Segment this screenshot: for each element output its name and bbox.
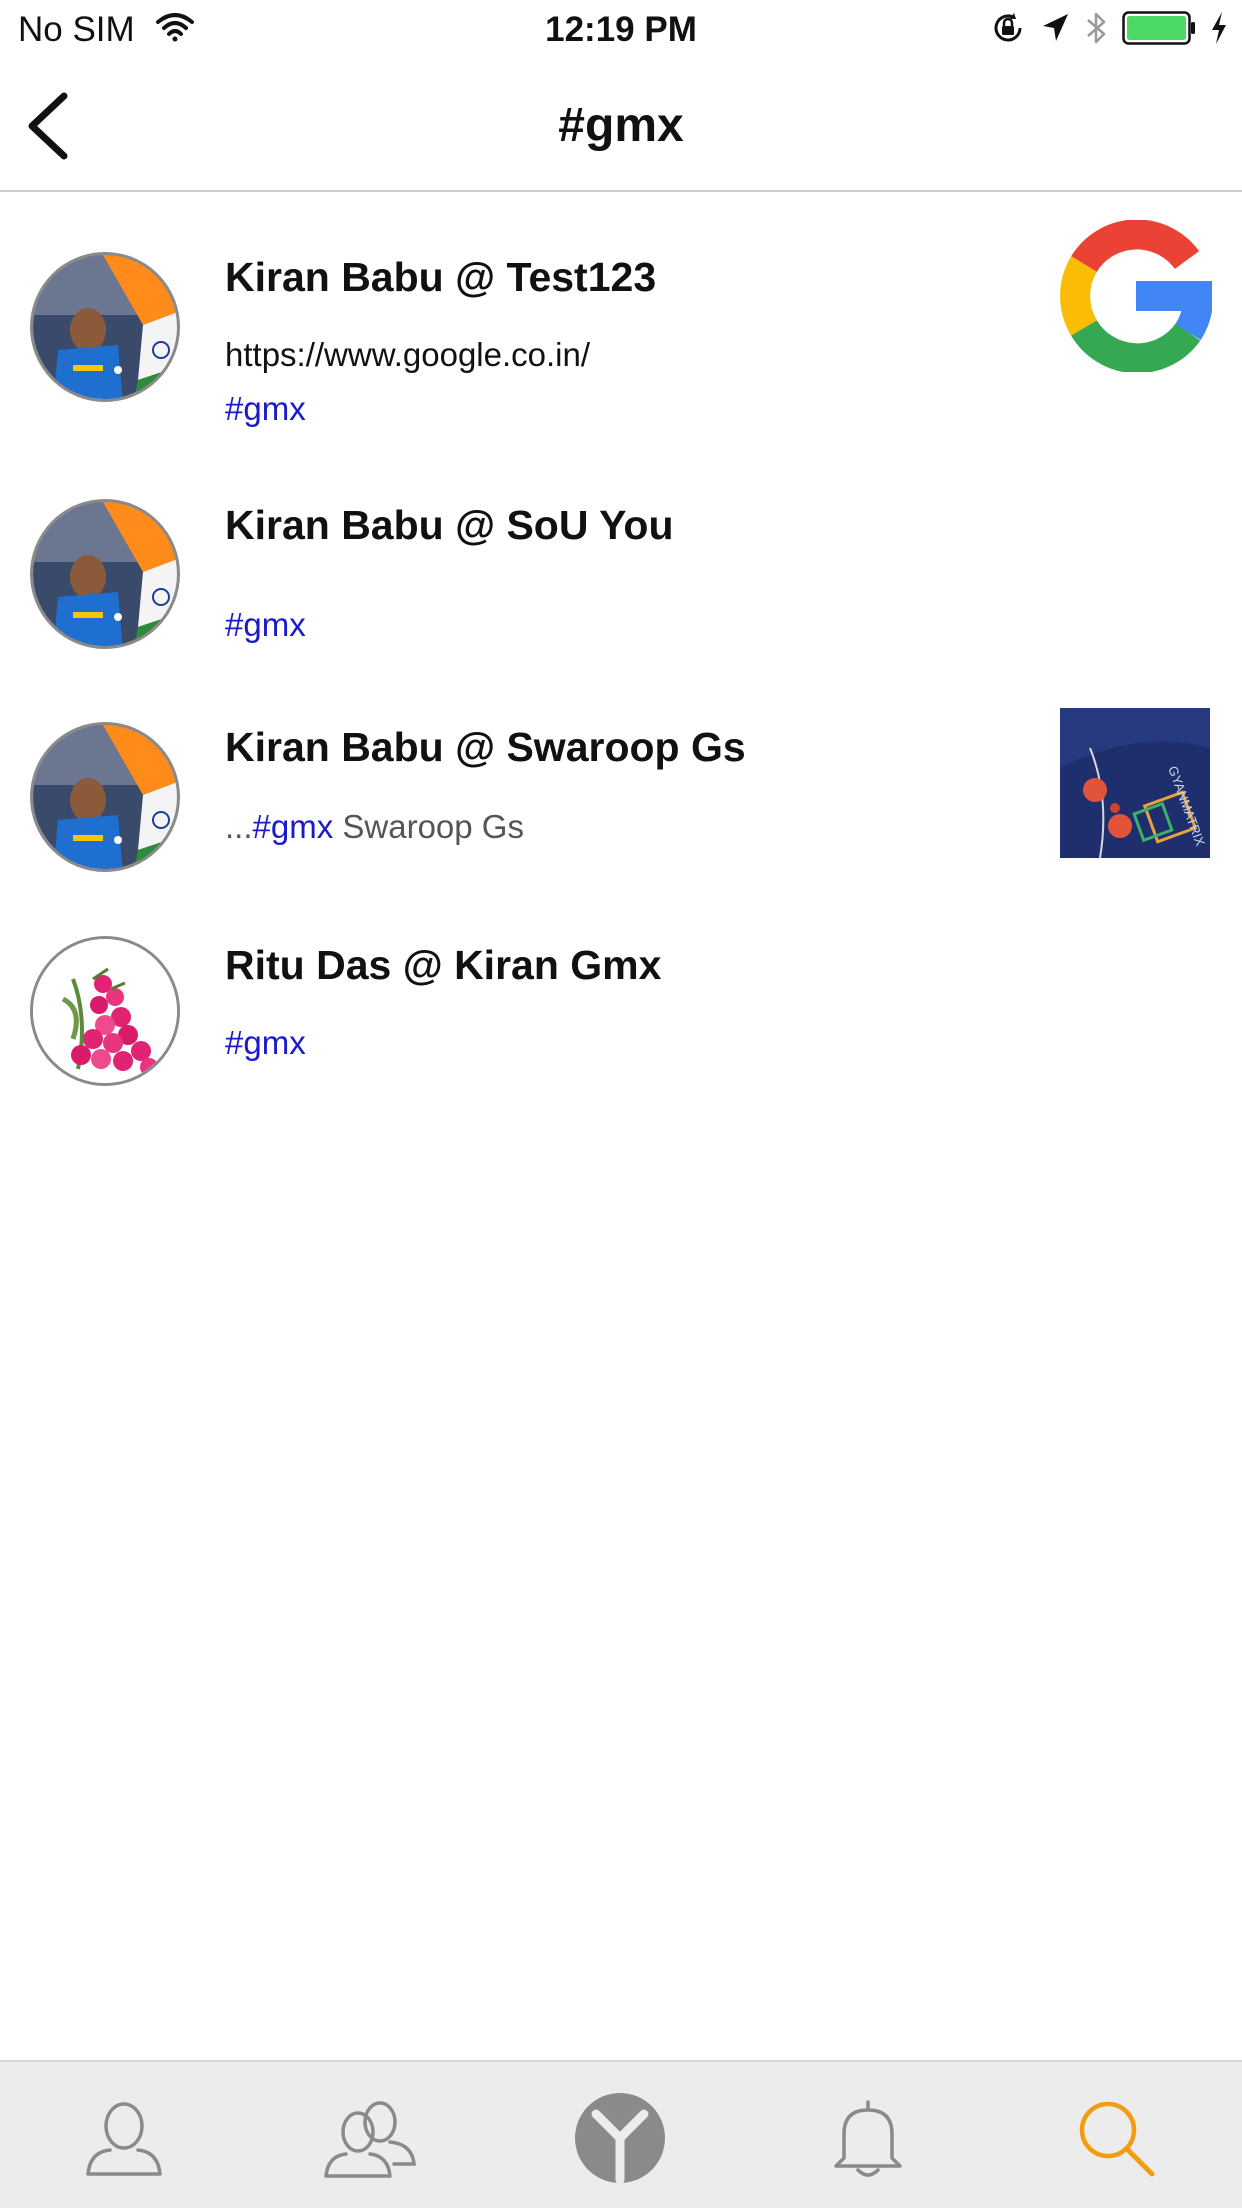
hashtag-link[interactable]: #gmx bbox=[253, 808, 334, 845]
status-bar: No SIM 12:19 PM bbox=[0, 0, 1242, 60]
feed-item[interactable]: Ritu Das @ Kiran Gmx #gmx bbox=[0, 886, 1242, 1106]
charging-bolt-icon bbox=[1210, 11, 1228, 50]
avatar[interactable] bbox=[30, 936, 180, 1086]
location-arrow-icon bbox=[1040, 12, 1070, 49]
post-author[interactable]: Kiran Babu @ Swaroop Gs bbox=[225, 724, 746, 771]
snippet-prefix: ... bbox=[225, 808, 253, 845]
battery-icon bbox=[1122, 10, 1196, 50]
orientation-lock-icon bbox=[990, 10, 1026, 51]
post-author[interactable]: Ritu Das @ Kiran Gmx bbox=[225, 942, 661, 989]
feed-item[interactable]: Kiran Babu @ SoU You #gmx bbox=[0, 444, 1242, 664]
feed-item[interactable]: Kiran Babu @ Test123 https://www.google.… bbox=[0, 194, 1242, 444]
notifications-icon bbox=[834, 2100, 902, 2177]
navigation-bar: #gmx bbox=[0, 60, 1242, 192]
tab-search[interactable] bbox=[1066, 2090, 1166, 2186]
post-thumbnail[interactable] bbox=[1060, 220, 1212, 372]
avatar[interactable] bbox=[30, 722, 180, 872]
snippet-suffix: Swaroop Gs bbox=[333, 808, 524, 845]
post-link[interactable]: https://www.google.co.in/ bbox=[225, 336, 590, 374]
home-logo-icon bbox=[575, 2093, 665, 2184]
tab-notifications[interactable] bbox=[818, 2090, 918, 2186]
hashtag-link[interactable]: #gmx bbox=[225, 1024, 306, 1062]
avatar[interactable] bbox=[30, 499, 180, 649]
post-snippet: ...#gmx Swaroop Gs bbox=[225, 808, 524, 846]
profile-icon bbox=[86, 2102, 162, 2176]
post-author[interactable]: Kiran Babu @ SoU You bbox=[225, 502, 674, 549]
friends-icon bbox=[324, 2101, 416, 2178]
tab-home[interactable] bbox=[570, 2090, 670, 2186]
avatar[interactable] bbox=[30, 252, 180, 402]
page-title: #gmx bbox=[558, 99, 684, 152]
tab-friends[interactable] bbox=[320, 2090, 420, 2186]
post-author[interactable]: Kiran Babu @ Test123 bbox=[225, 254, 656, 301]
tab-profile[interactable] bbox=[74, 2090, 174, 2186]
tab-bar bbox=[0, 2060, 1242, 2208]
bluetooth-icon bbox=[1084, 10, 1108, 51]
google-logo-icon bbox=[1060, 220, 1212, 372]
feed-item[interactable]: Kiran Babu @ Swaroop Gs ...#gmx Swaroop … bbox=[0, 664, 1242, 886]
search-icon bbox=[1079, 2101, 1155, 2177]
post-thumbnail[interactable]: GYANMATRIX bbox=[1060, 708, 1210, 858]
hashtag-link[interactable]: #gmx bbox=[225, 390, 306, 428]
hashtag-link[interactable]: #gmx bbox=[225, 606, 306, 644]
